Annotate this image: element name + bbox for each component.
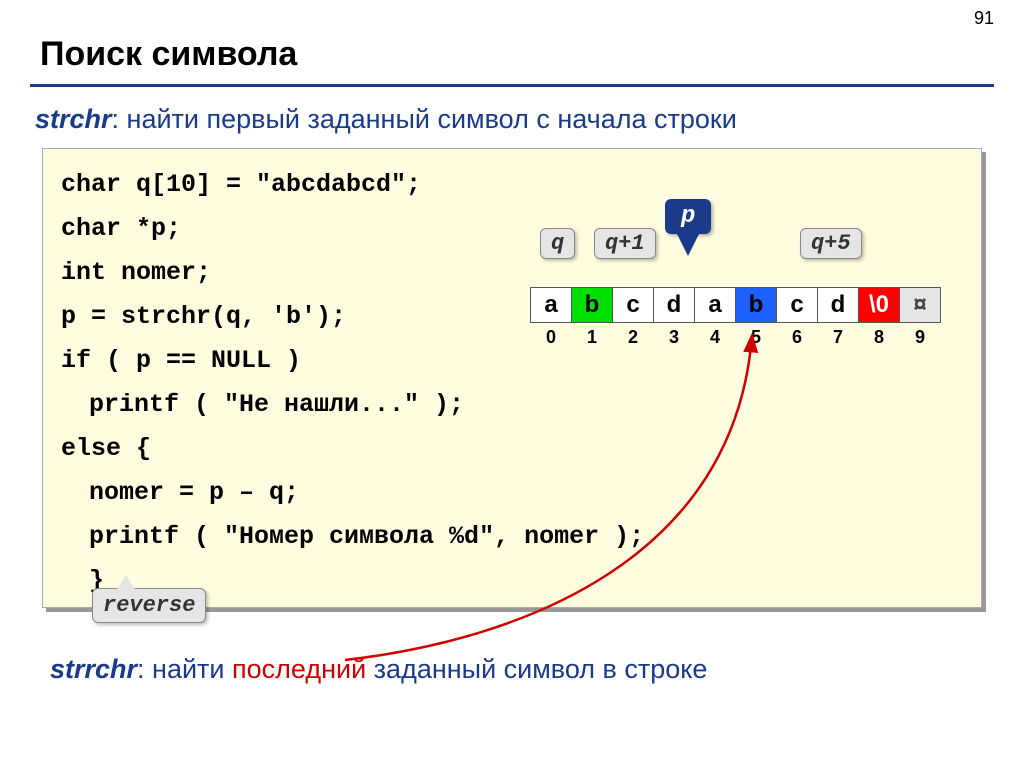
array-index: 6: [776, 327, 818, 348]
array-cell: c: [612, 287, 654, 323]
title-underline: [30, 84, 994, 87]
code-line: char q[10] = "abcdabcd";: [61, 163, 963, 207]
array-cell: d: [653, 287, 695, 323]
strchr-description: strchr: найти первый заданный символ c н…: [35, 104, 737, 135]
strrchr-desc-red: последний: [232, 654, 366, 684]
code-line: nomer = p – q;: [61, 471, 963, 515]
array-index: 8: [858, 327, 900, 348]
code-line: else {: [61, 427, 963, 471]
array-index: 2: [612, 327, 654, 348]
array-cell-match-first: b: [571, 287, 613, 323]
pointer-label-p: p: [665, 199, 711, 234]
array-cell: d: [817, 287, 859, 323]
array-index: 1: [571, 327, 613, 348]
array-index: 0: [530, 327, 572, 348]
strrchr-fn-name: strrchr: [50, 654, 137, 684]
reverse-callout: reverse: [92, 588, 206, 623]
code-line: printf ( "Не нашли..." );: [61, 383, 963, 427]
array-index: 5: [735, 327, 777, 348]
strchr-fn-name: strchr: [35, 104, 112, 134]
strrchr-description: strrchr: найти последний заданный символ…: [50, 654, 707, 685]
pointer-label-q: q: [540, 228, 575, 259]
array-cell: a: [694, 287, 736, 323]
array-index: 7: [817, 327, 859, 348]
pointer-label-q-plus-5: q+5: [800, 228, 862, 259]
array-cell-garbage: ¤: [899, 287, 941, 323]
array-index: 3: [653, 327, 695, 348]
strrchr-desc-pre: : найти: [137, 654, 232, 684]
array-cell-null: \0: [858, 287, 900, 323]
array-cell-match-last: b: [735, 287, 777, 323]
strchr-desc-text: : найти первый заданный символ c начала …: [112, 104, 737, 134]
array-cell: a: [530, 287, 572, 323]
array-index: 9: [899, 327, 941, 348]
array-cell: c: [776, 287, 818, 323]
char-array: a b c d a b c d \0 ¤: [530, 287, 941, 323]
strrchr-desc-post: заданный символ в строке: [366, 654, 707, 684]
index-row: 0 1 2 3 4 5 6 7 8 9: [530, 327, 941, 348]
code-line: printf ( "Номер символа %d", nomer );: [61, 515, 963, 559]
page-number: 91: [974, 8, 994, 29]
pointer-label-q-plus-1: q+1: [594, 228, 656, 259]
array-index: 4: [694, 327, 736, 348]
slide-title: Поиск символа: [40, 35, 297, 74]
code-block: char q[10] = "abcdabcd"; char *p; int no…: [42, 148, 982, 608]
